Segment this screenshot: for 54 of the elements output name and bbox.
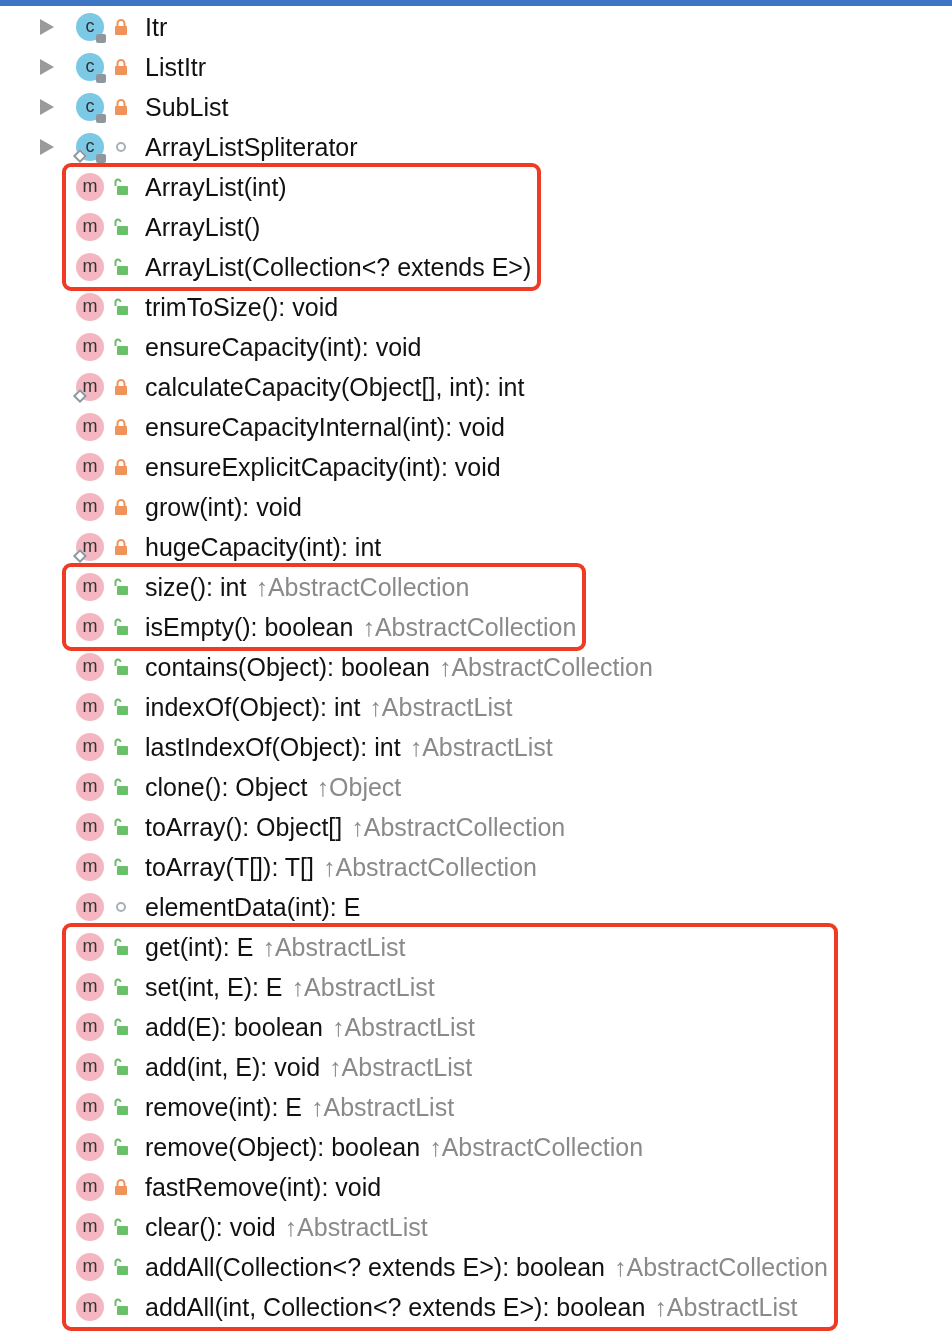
member-name[interactable]: trimToSize(): void [145,292,339,322]
member-name[interactable]: addAll(int, Collection<? extends E>): boolean [145,1292,646,1322]
member-name[interactable]: calculateCapacity(Object[], int): int [145,372,525,402]
inherited-from: ↑AbstractCollection [323,852,537,882]
member-name[interactable]: ArrayList(int) [145,172,287,202]
inherited-from: ↑AbstractList [654,1292,798,1322]
inherited-from: ↑AbstractList [331,1012,475,1042]
expand-arrow-icon[interactable] [39,18,55,36]
inherited-from: ↑Object [316,772,402,802]
member-name[interactable]: grow(int): void [145,492,302,522]
inherited-from: ↑AbstractCollection [362,612,577,642]
member-name[interactable]: toArray(T[]): T[] [145,852,314,882]
member-name[interactable]: ArrayList(Collection<? extends E>) [145,252,532,282]
member-name[interactable]: set(int, E): E [145,972,283,1002]
member-name[interactable]: isEmpty(): boolean [145,612,354,642]
member-name[interactable]: lastIndexOf(Object): int [145,732,401,762]
member-name[interactable]: size(): int [145,572,247,602]
inherited-from: ↑AbstractList [369,692,513,722]
inherited-from: ↑AbstractCollection [438,652,653,682]
member-name[interactable]: ensureCapacityInternal(int): void [145,412,505,442]
member-name[interactable]: elementData(int): E [145,892,361,922]
inherited-from: ↑AbstractCollection [255,572,470,602]
member-name[interactable]: ArrayListSpliterator [145,132,358,162]
member-name[interactable]: add(int, E): void [145,1052,321,1082]
inherited-from: ↑AbstractCollection [429,1132,644,1162]
expand-arrow-icon[interactable] [39,98,55,116]
inherited-from: ↑AbstractCollection [351,812,566,842]
member-name[interactable]: SubList [145,92,229,122]
inherited-from: ↑AbstractList [311,1092,455,1122]
member-name[interactable]: remove(Object): boolean [145,1132,421,1162]
member-name[interactable]: Itr [145,12,168,42]
member-name[interactable]: get(int): E [145,932,254,962]
inherited-from: ↑AbstractList [262,932,406,962]
inherited-from: ↑AbstractList [329,1052,473,1082]
expand-arrow-icon[interactable] [39,138,55,156]
member-name[interactable]: remove(int): E [145,1092,302,1122]
expand-arrow-icon[interactable] [39,58,55,76]
inherited-from: ↑AbstractList [409,732,553,762]
member-name[interactable]: clear(): void [145,1212,276,1242]
member-name[interactable]: contains(Object): boolean [145,652,430,682]
member-name[interactable]: ensureExplicitCapacity(int): void [145,452,501,482]
member-name[interactable]: add(E): boolean [145,1012,323,1042]
member-name[interactable]: hugeCapacity(int): int [145,532,382,562]
member-name[interactable]: ArrayList() [145,212,261,242]
member-name[interactable]: toArray(): Object[] [145,812,343,842]
inherited-from: ↑AbstractList [291,972,435,1002]
member-name[interactable]: ListItr [145,52,207,82]
member-name[interactable]: ensureCapacity(int): void [145,332,422,362]
member-name[interactable]: addAll(Collection<? extends E>): boolean [145,1252,606,1282]
inherited-from: ↑AbstractList [284,1212,428,1242]
member-name[interactable]: fastRemove(int): void [145,1172,382,1202]
member-name[interactable]: clone(): Object [145,772,308,802]
inherited-from: ↑AbstractCollection [614,1252,828,1282]
member-name[interactable]: indexOf(Object): int [145,692,361,722]
